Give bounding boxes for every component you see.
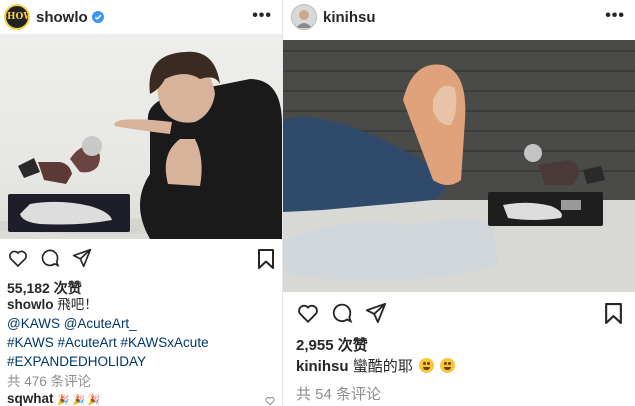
- comment-like-heart-icon[interactable]: [265, 396, 275, 406]
- post-photo[interactable]: [0, 34, 282, 239]
- action-bar: [297, 302, 387, 324]
- share-icon[interactable]: [72, 248, 92, 268]
- comment-preview: sqwhat 🎉 🎉 🎉: [7, 391, 100, 406]
- post-header: SHOW showlo •••: [0, 0, 282, 34]
- like-count[interactable]: 2,955 次赞: [296, 334, 368, 355]
- more-dots-icon[interactable]: •••: [252, 7, 272, 25]
- commenter-emoji: 🎉 🎉 🎉: [57, 395, 101, 406]
- avatar-photo: [296, 10, 312, 28]
- post-caption: showlo 飛吧！ @KAWS @AcuteArt_ #KAWS #Acute…: [7, 295, 279, 371]
- bookmark-icon[interactable]: [258, 249, 274, 269]
- comment-icon[interactable]: [40, 248, 60, 268]
- photo-illustration: [0, 51, 282, 239]
- grin-emoji-icon: [418, 358, 434, 373]
- left-post: SHOW showlo •••: [0, 0, 283, 406]
- avatar[interactable]: [291, 4, 317, 30]
- caption-username[interactable]: showlo: [7, 297, 54, 312]
- grin-emoji-icon: [440, 358, 456, 373]
- verified-badge-icon: [91, 11, 104, 23]
- share-icon[interactable]: [365, 302, 387, 324]
- bookmark-icon[interactable]: [605, 303, 622, 324]
- heart-icon[interactable]: [8, 249, 28, 268]
- more-dots-icon[interactable]: •••: [605, 7, 625, 25]
- post-header: kinihsu •••: [283, 0, 635, 34]
- caption-tag-line[interactable]: @KAWS @AcuteArt_: [7, 314, 279, 333]
- caption-tag-line[interactable]: #EXPANDEDHOLIDAY: [7, 352, 279, 371]
- username[interactable]: kinihsu: [323, 9, 376, 26]
- username[interactable]: showlo: [36, 9, 88, 26]
- post-photo[interactable]: [283, 40, 635, 292]
- caption-username[interactable]: kinihsu: [296, 358, 349, 375]
- post-caption: kinihsu 蠻酷的耶: [296, 357, 456, 376]
- comment-count-link[interactable]: 共 476 条评论: [7, 370, 91, 390]
- right-post: kinihsu ••• 2,955 次赞 kinihsu 蠻酷的耶 共 54 条…: [283, 0, 635, 406]
- action-bar: [8, 248, 92, 268]
- photo-illustration: [283, 40, 635, 292]
- commenter-username[interactable]: sqwhat: [7, 391, 54, 406]
- caption-text: 蠻酷的耶: [352, 358, 413, 375]
- avatar-text: SHOW: [6, 12, 28, 22]
- avatar[interactable]: SHOW: [4, 4, 30, 30]
- heart-icon[interactable]: [297, 303, 319, 324]
- comment-icon[interactable]: [331, 302, 353, 324]
- comment-count-link[interactable]: 共 54 条评论: [296, 383, 381, 404]
- caption-tag-line[interactable]: #KAWS #AcuteArt #KAWSxAcute: [7, 333, 279, 352]
- caption-text: 飛吧！: [57, 297, 98, 312]
